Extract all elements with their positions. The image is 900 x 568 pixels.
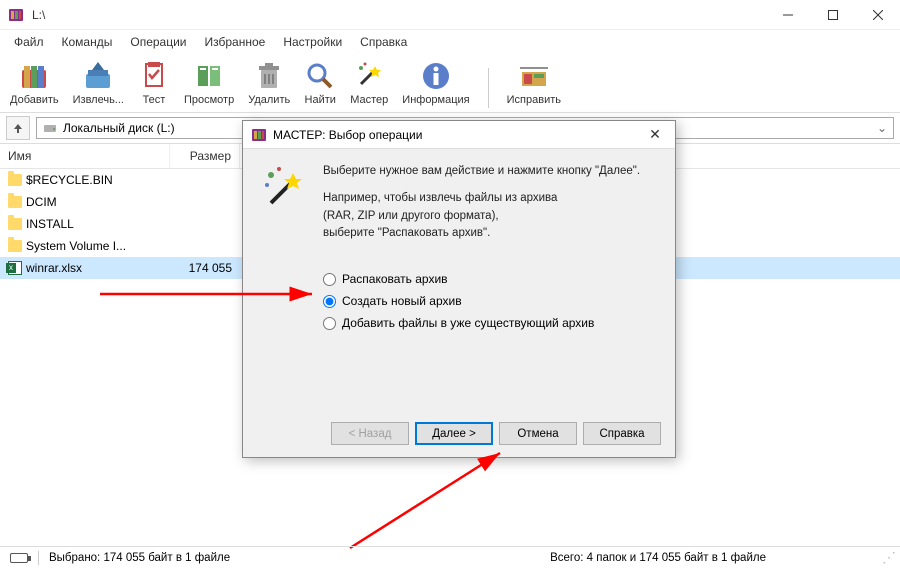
file-size <box>170 244 240 248</box>
dialog-buttons: < Назад Далее > Отмена Справка <box>331 422 661 445</box>
menubar: Файл Команды Операции Избранное Настройк… <box>0 30 900 54</box>
app-icon <box>8 7 24 23</box>
radio-label: Добавить файлы в уже существующий архив <box>342 316 594 330</box>
up-button[interactable] <box>6 116 30 140</box>
close-button[interactable] <box>855 0 900 30</box>
toolbar-wizard[interactable]: Мастер <box>348 58 390 108</box>
toolbar: Добавить Извлечь... Тест Просмотр Удалит… <box>0 54 900 113</box>
radio-option-2[interactable]: Добавить файлы в уже существующий архив <box>323 312 675 334</box>
file-size <box>170 200 240 204</box>
app-icon <box>251 127 267 143</box>
folder-icon <box>8 218 22 230</box>
resize-grip[interactable]: ⋰ <box>882 549 896 566</box>
menu-settings[interactable]: Настройки <box>275 32 350 52</box>
chevron-down-icon: ⌄ <box>877 121 887 135</box>
toolbar-find[interactable]: Найти <box>302 58 338 108</box>
annotation-arrow-2 <box>350 450 510 553</box>
radio-input[interactable] <box>323 273 336 286</box>
folder-icon <box>8 174 22 186</box>
help-button[interactable]: Справка <box>583 422 661 445</box>
file-size: 174 055 <box>170 259 240 277</box>
menu-commands[interactable]: Команды <box>54 32 121 52</box>
back-button[interactable]: < Назад <box>331 422 409 445</box>
file-name: INSTALL <box>26 217 74 231</box>
repair-icon <box>518 60 550 92</box>
dialog-description: Выберите нужное вам действие и нажмите к… <box>323 163 640 252</box>
toolbar-delete[interactable]: Удалить <box>246 58 292 108</box>
file-name: System Volume I... <box>26 239 126 253</box>
radio-input[interactable] <box>323 317 336 330</box>
titlebar: L:\ <box>0 0 900 30</box>
window-title: L:\ <box>32 8 765 22</box>
maximize-button[interactable] <box>810 0 855 30</box>
dialog-options: Распаковать архив Создать новый архив Доба… <box>323 268 675 334</box>
folder-icon <box>8 196 22 208</box>
radio-option-1[interactable]: Создать новый архив <box>323 290 675 312</box>
xlsx-icon <box>8 261 22 275</box>
wizard-dialog: МАСТЕР: Выбор операции ✕ Выберите нужное… <box>242 120 676 458</box>
toolbar-view[interactable]: Просмотр <box>182 58 236 108</box>
toolbar-extract[interactable]: Извлечь... <box>71 58 126 108</box>
cancel-button[interactable]: Отмена <box>499 422 577 445</box>
dialog-titlebar: МАСТЕР: Выбор операции ✕ <box>243 121 675 149</box>
file-name: $RECYCLE.BIN <box>26 173 113 187</box>
col-name[interactable]: Имя <box>0 144 170 168</box>
file-name: DCIM <box>26 195 57 209</box>
toolbar-separator <box>488 68 489 108</box>
drive-icon <box>43 121 57 135</box>
minimize-button[interactable] <box>765 0 810 30</box>
menu-operations[interactable]: Операции <box>122 32 194 52</box>
extract-icon <box>82 60 114 92</box>
status-selected: Выбрано: 174 055 байт в 1 файле <box>39 552 240 564</box>
disk-icon <box>10 553 28 563</box>
toolbar-repair[interactable]: Исправить <box>505 58 563 108</box>
wizard-icon <box>353 60 385 92</box>
toolbar-info[interactable]: Информация <box>400 58 471 108</box>
dialog-title: МАСТЕР: Выбор операции <box>273 128 643 142</box>
radio-input[interactable] <box>323 295 336 308</box>
status-total: Всего: 4 папок и 174 055 байт в 1 файле <box>540 552 776 564</box>
file-size <box>170 222 240 226</box>
menu-file[interactable]: Файл <box>6 32 52 52</box>
file-name: winrar.xlsx <box>26 261 82 275</box>
find-icon <box>304 60 336 92</box>
folder-icon <box>8 240 22 252</box>
view-icon <box>193 60 225 92</box>
path-label: Локальный диск (L:) <box>63 121 175 135</box>
test-icon <box>138 60 170 92</box>
delete-icon <box>253 60 285 92</box>
menu-help[interactable]: Справка <box>352 32 415 52</box>
dialog-close-button[interactable]: ✕ <box>643 126 667 143</box>
radio-label: Создать новый архив <box>342 294 462 308</box>
up-arrow-icon <box>11 121 25 135</box>
menu-favorites[interactable]: Избранное <box>197 32 274 52</box>
info-icon <box>420 60 452 92</box>
wizard-large-icon <box>261 163 309 211</box>
radio-option-0[interactable]: Распаковать архив <box>323 268 675 290</box>
col-size[interactable]: Размер <box>170 144 240 168</box>
radio-label: Распаковать архив <box>342 272 448 286</box>
toolbar-add[interactable]: Добавить <box>8 58 61 108</box>
add-icon <box>18 60 50 92</box>
next-button[interactable]: Далее > <box>415 422 493 445</box>
file-size <box>170 178 240 182</box>
statusbar: Выбрано: 174 055 байт в 1 файле Всего: 4… <box>0 546 900 568</box>
toolbar-test[interactable]: Тест <box>136 58 172 108</box>
